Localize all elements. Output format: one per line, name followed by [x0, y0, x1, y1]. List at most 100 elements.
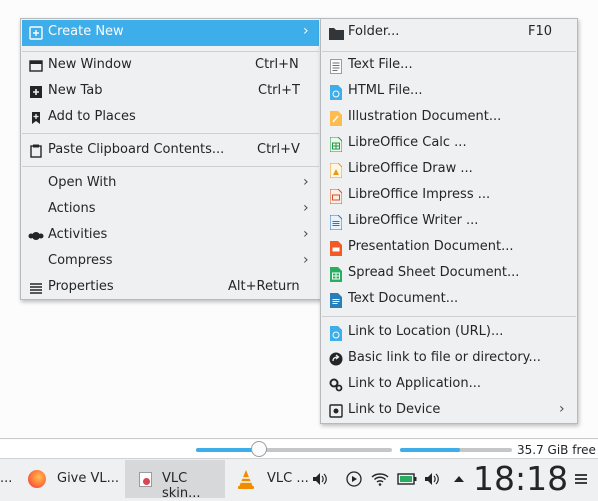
draw-icon	[328, 162, 344, 178]
menu-new-tab[interactable]: New Tab Ctrl+T	[22, 79, 319, 105]
panel-menu-icon[interactable]	[570, 459, 592, 499]
new-window-icon	[28, 58, 44, 74]
task-firefox[interactable]: Give VL...	[22, 460, 122, 498]
spreadsheet-icon	[328, 266, 344, 282]
writer-icon	[328, 214, 344, 230]
submenu-text-file[interactable]: Text File...	[322, 53, 576, 79]
submenu-label: HTML File...	[348, 83, 423, 98]
shortcut-label: Ctrl+T	[258, 83, 300, 98]
tray-expand-icon[interactable]	[448, 459, 470, 499]
submenu-folder[interactable]: Folder... F10	[322, 20, 576, 46]
volume-slider-handle[interactable]	[251, 441, 267, 457]
submenu-label: Text File...	[348, 57, 413, 72]
create-new-submenu: Folder... F10 Text File... HTML File... …	[320, 18, 578, 424]
desktop-divider	[0, 438, 598, 439]
submenu-presentation[interactable]: Presentation Document...	[322, 235, 576, 261]
submenu-libreoffice-writer[interactable]: LibreOffice Writer ...	[322, 209, 576, 235]
task-label: Give VL...	[57, 471, 120, 486]
shortcut-label: Ctrl+N	[255, 57, 299, 72]
create-new-icon	[28, 25, 44, 41]
task-label: VLC ...	[267, 471, 309, 486]
submenu-link-device[interactable]: Link to Device ›	[322, 398, 576, 424]
submenu-label: LibreOffice Calc ...	[348, 135, 467, 150]
illustration-icon	[328, 110, 344, 126]
task-label: VLC skin...	[162, 471, 201, 501]
task-vlc[interactable]: VLC ...	[229, 460, 309, 498]
submenu-link-url[interactable]: Link to Location (URL)...	[322, 320, 576, 346]
task-label: ...	[0, 471, 13, 486]
submenu-illustration[interactable]: Illustration Document...	[322, 105, 576, 131]
context-menu: Create New › New Window Ctrl+N New Tab C…	[20, 18, 321, 300]
basic-link-icon	[328, 351, 344, 367]
chevron-right-icon: ›	[559, 401, 565, 417]
menu-label: Open With	[48, 175, 117, 190]
vlc-icon	[237, 470, 255, 493]
taskbar: ... Give VL... VLC skin... VLC ... 18:18	[0, 458, 598, 501]
menu-create-new[interactable]: Create New ›	[22, 20, 319, 46]
menu-separator	[322, 51, 576, 52]
bookmark-icon	[28, 110, 44, 126]
menu-separator	[22, 51, 319, 52]
menu-separator	[322, 316, 576, 317]
activities-icon	[28, 228, 44, 244]
submenu-libreoffice-impress[interactable]: LibreOffice Impress ...	[322, 183, 576, 209]
task-item[interactable]: ...	[0, 460, 18, 498]
submenu-label: Folder...	[348, 24, 400, 39]
submenu-libreoffice-calc[interactable]: LibreOffice Calc ...	[322, 131, 576, 157]
menu-label: Add to Places	[48, 109, 136, 124]
submenu-label: LibreOffice Draw ...	[348, 161, 473, 176]
submenu-spreadsheet[interactable]: Spread Sheet Document...	[322, 261, 576, 287]
text-document-icon	[328, 292, 344, 308]
audio-icon[interactable]	[309, 459, 331, 499]
chevron-right-icon: ›	[303, 174, 309, 190]
submenu-label: Presentation Document...	[348, 239, 514, 254]
chevron-right-icon: ›	[303, 200, 309, 216]
free-space-label: 35.7 GiB free	[517, 443, 596, 457]
chevron-right-icon: ›	[303, 23, 309, 39]
text-file-icon	[328, 58, 344, 74]
wifi-icon[interactable]	[369, 459, 391, 499]
submenu-text-document[interactable]: Text Document...	[322, 287, 576, 313]
new-tab-icon	[28, 84, 44, 100]
firefox-icon	[28, 470, 46, 488]
task-vlc-skin[interactable]: VLC skin...	[125, 460, 225, 501]
submenu-basic-link[interactable]: Basic link to file or directory...	[322, 346, 576, 372]
media-play-icon[interactable]	[343, 459, 365, 499]
folder-icon	[328, 25, 344, 41]
impress-icon	[328, 188, 344, 204]
submenu-label: Text Document...	[348, 291, 459, 306]
submenu-label: Link to Application...	[348, 376, 481, 391]
menu-paste[interactable]: Paste Clipboard Contents... Ctrl+V	[22, 138, 319, 164]
clock[interactable]: 18:18	[473, 459, 568, 499]
usage-bar-fill	[400, 448, 460, 452]
menu-label: Activities	[48, 227, 108, 242]
submenu-label: Basic link to file or directory...	[348, 350, 541, 365]
menu-label: Actions	[48, 201, 96, 216]
menu-actions[interactable]: Actions ›	[22, 197, 319, 223]
menu-properties[interactable]: Properties Alt+Return	[22, 275, 319, 301]
submenu-label: Spread Sheet Document...	[348, 265, 520, 280]
menu-compress[interactable]: Compress ›	[22, 249, 319, 275]
shortcut-label: Alt+Return	[228, 279, 300, 294]
menu-new-window[interactable]: New Window Ctrl+N	[22, 53, 319, 79]
submenu-html-file[interactable]: HTML File...	[322, 79, 576, 105]
calc-icon	[328, 136, 344, 152]
menu-label: New Window	[48, 57, 132, 72]
application-icon	[328, 377, 344, 393]
shortcut-label: F10	[528, 24, 553, 39]
submenu-label: Link to Location (URL)...	[348, 324, 504, 339]
submenu-link-application[interactable]: Link to Application...	[322, 372, 576, 398]
menu-separator	[22, 166, 319, 167]
menu-activities[interactable]: Activities ›	[22, 223, 319, 249]
menu-label: Create New	[48, 24, 124, 39]
link-url-icon	[328, 325, 344, 341]
submenu-libreoffice-draw[interactable]: LibreOffice Draw ...	[322, 157, 576, 183]
paste-icon	[28, 143, 44, 159]
menu-add-to-places[interactable]: Add to Places	[22, 105, 319, 131]
submenu-label: Illustration Document...	[348, 109, 502, 124]
menu-open-with[interactable]: Open With ›	[22, 171, 319, 197]
vlc-skin-icon	[139, 472, 152, 487]
battery-icon[interactable]	[396, 459, 418, 499]
volume-icon[interactable]	[421, 459, 443, 499]
chevron-right-icon: ›	[303, 252, 309, 268]
